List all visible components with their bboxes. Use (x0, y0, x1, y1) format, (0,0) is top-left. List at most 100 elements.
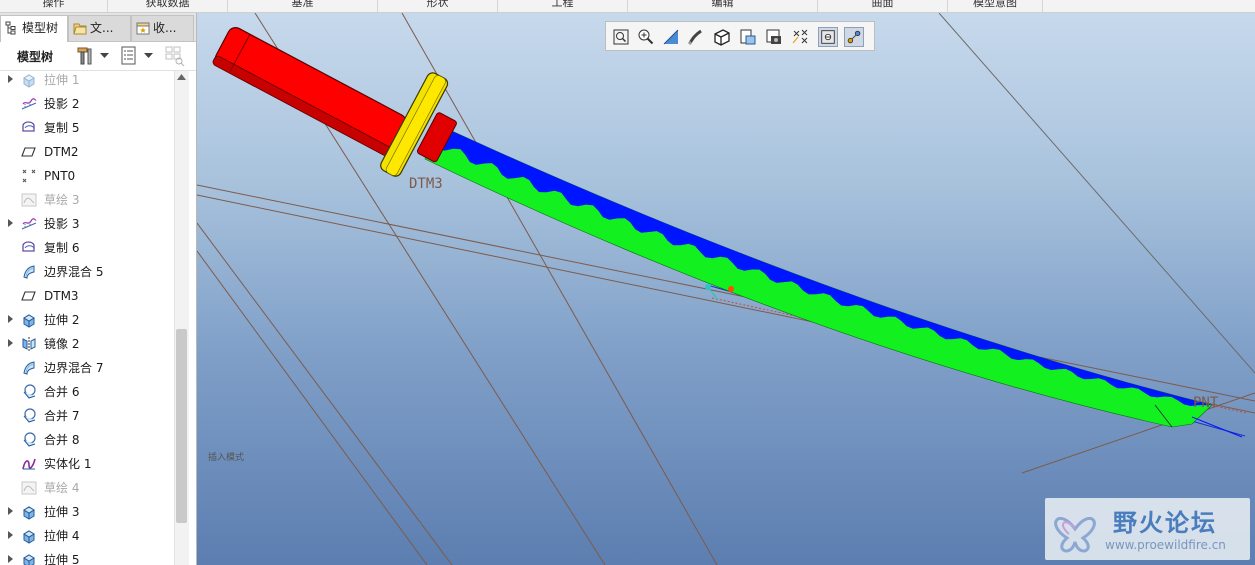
repaint-icon[interactable] (686, 27, 706, 47)
watermark-url: www.proewildfire.cn (1105, 538, 1226, 552)
tree-item[interactable]: DTM3 (0, 284, 174, 308)
copy-icon (22, 241, 35, 252)
merge-icon (23, 408, 36, 423)
model-tree-panel: 模型树 文... 收... 模型树 拉伸 1 投影 2 复制 5 DTM2 PNT0 草绘… (0, 13, 197, 565)
graphics-window[interactable]: DTM3 PNT 插入模式 (197, 13, 1255, 565)
datum-display-icon[interactable] (818, 27, 838, 47)
tree-item-label: DTM2 (44, 145, 79, 159)
tree-item-label: 边界混合 7 (44, 361, 104, 375)
tree-item[interactable]: DTM2 (0, 140, 174, 164)
folder-browser-icon (73, 23, 87, 35)
merge-icon (23, 384, 36, 399)
tree-item[interactable]: 合并 7 (0, 404, 174, 428)
tree-item[interactable]: 合并 6 (0, 380, 174, 404)
expand-arrow-icon[interactable] (8, 531, 13, 539)
favorites-icon (136, 22, 150, 35)
datum-plane-icon (21, 291, 36, 301)
tree-item[interactable]: 投影 3 (0, 212, 174, 236)
perspective-icon[interactable] (790, 27, 810, 47)
tree-item-label: 边界混合 5 (44, 265, 104, 279)
tree-item-label: 复制 5 (44, 121, 80, 135)
projection-icon (21, 218, 37, 230)
ribbon-tab[interactable]: 形状 (378, 0, 498, 12)
tree-item[interactable]: 拉伸 2 (0, 308, 174, 332)
solidify-icon (22, 458, 36, 470)
datum-line (938, 13, 1255, 374)
zoom-out-icon[interactable] (661, 27, 681, 47)
tree-item-label: 投影 3 (44, 217, 80, 231)
ribbon-tab[interactable]: 工程 (498, 0, 628, 12)
mirror-icon (22, 337, 36, 351)
tree-item[interactable]: 拉伸 3 (0, 500, 174, 524)
extrude-icon (23, 530, 35, 544)
tree-item[interactable]: 边界混合 7 (0, 356, 174, 380)
ribbon-tab[interactable]: 获取数据 (108, 0, 228, 12)
tree-item-label: 草绘 3 (44, 193, 80, 207)
ribbon-tab[interactable]: 模型意图 (948, 0, 1043, 12)
datum-line (401, 13, 718, 565)
datum-plane-icon (21, 147, 36, 157)
datum-point-icon (22, 169, 36, 183)
tree-item-label: PNT0 (44, 169, 76, 183)
datum-label-dtm3: DTM3 (409, 176, 443, 192)
dropdown-arrow-icon[interactable] (100, 53, 109, 59)
tree-item[interactable]: 草绘 4 (0, 476, 174, 500)
tree-item-label: 投影 2 (44, 97, 80, 111)
tree-item-label: 拉伸 4 (44, 529, 80, 543)
sketch-icon (21, 193, 37, 207)
dropdown-arrow-icon[interactable] (144, 53, 153, 59)
saved-views-icon[interactable] (738, 27, 758, 47)
expand-arrow-icon[interactable] (8, 339, 13, 347)
tree-item-label: 拉伸 2 (44, 313, 80, 327)
tab-label: 模型树 (22, 21, 59, 35)
expand-arrow-icon[interactable] (8, 315, 13, 323)
expand-arrow-icon[interactable] (8, 507, 13, 515)
tree-item[interactable]: 投影 2 (0, 92, 174, 116)
forum-watermark: 野火论坛 www.proewildfire.cn (1045, 498, 1250, 560)
ribbon-tab[interactable]: 基准 (228, 0, 378, 12)
tree-item[interactable]: 实体化 1 (0, 452, 174, 476)
ribbon-tab[interactable]: 曲面 (818, 0, 948, 12)
zoom-in-icon[interactable] (636, 27, 656, 47)
refit-icon[interactable] (611, 27, 631, 47)
datum-point-marker (728, 286, 734, 292)
scrollbar-thumb[interactable] (176, 329, 187, 523)
annotation-display-icon[interactable] (844, 27, 864, 47)
tree-settings-icon[interactable] (76, 46, 94, 66)
tab-favorites[interactable]: 收... (131, 15, 194, 41)
merge-icon (23, 432, 36, 447)
tree-scrollbar[interactable] (174, 71, 189, 565)
extrude-icon (23, 74, 35, 88)
tree-item[interactable]: 拉伸 1 (0, 71, 174, 92)
tree-item[interactable]: 镜像 2 (0, 332, 174, 356)
display-style-icon[interactable] (712, 27, 732, 47)
tree-columns-icon[interactable] (120, 46, 138, 66)
tree-item[interactable]: 拉伸 4 (0, 524, 174, 548)
extrude-icon (23, 554, 35, 565)
datum-curve (1191, 416, 1243, 438)
blade-back-surface (433, 126, 1212, 406)
ribbon-tab[interactable]: 编辑 (628, 0, 818, 12)
tree-item[interactable]: 拉伸 5 (0, 548, 174, 565)
expand-arrow-icon[interactable] (8, 219, 13, 227)
view-manager-icon[interactable] (764, 27, 784, 47)
datum-line (197, 222, 453, 565)
tree-item-label: 复制 6 (44, 241, 80, 255)
tree-item[interactable]: 合并 8 (0, 428, 174, 452)
tree-item-label: 实体化 1 (44, 457, 92, 471)
tab-folder-browser[interactable]: 文... (68, 15, 131, 41)
tree-item[interactable]: PNT0 (0, 164, 174, 188)
tree-item[interactable]: 复制 6 (0, 236, 174, 260)
scroll-up-icon[interactable] (177, 73, 186, 81)
expand-arrow-icon[interactable] (8, 555, 13, 563)
sword-handle (212, 27, 407, 157)
tree-item[interactable]: 复制 5 (0, 116, 174, 140)
ribbon-tab[interactable]: 操作 (0, 0, 108, 12)
tab-model-tree[interactable]: 模型树 (0, 15, 68, 42)
tree-item[interactable]: 边界混合 5 (0, 260, 174, 284)
tree-item[interactable]: 草绘 3 (0, 188, 174, 212)
show-filter-icon[interactable] (164, 45, 186, 67)
model-tree-toolbar: 模型树 (0, 42, 196, 71)
expand-arrow-icon[interactable] (8, 75, 13, 83)
projection-icon (21, 98, 37, 110)
